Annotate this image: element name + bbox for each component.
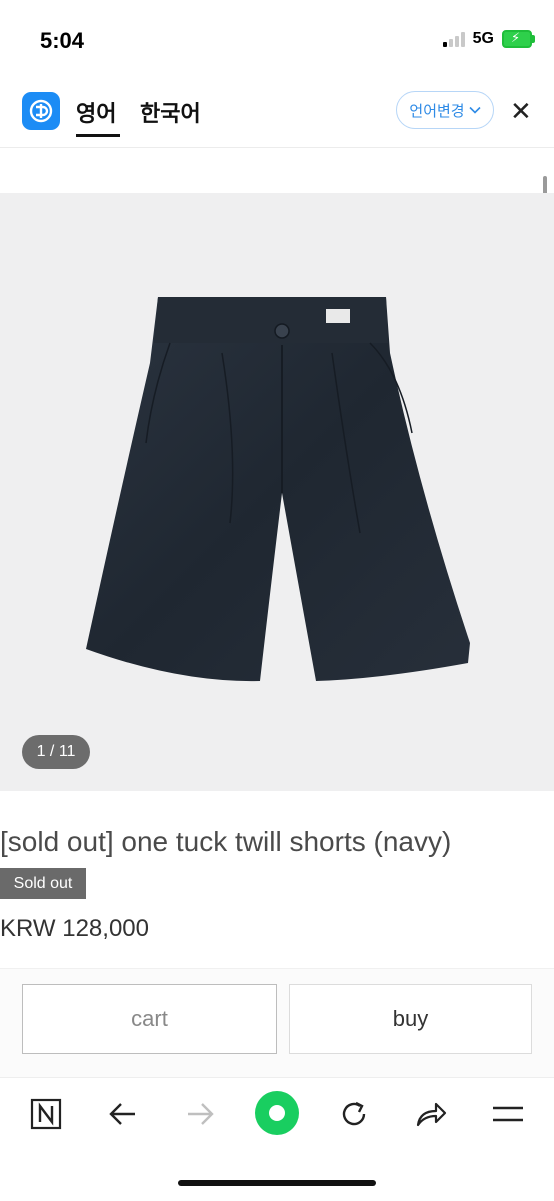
menu-icon[interactable]: [486, 1092, 530, 1136]
naver-home-icon[interactable]: [24, 1092, 68, 1136]
green-dot-icon[interactable]: [255, 1091, 299, 1135]
change-language-label: 언어변경: [409, 102, 465, 120]
share-icon[interactable]: [409, 1092, 453, 1136]
home-indicator[interactable]: [178, 1180, 376, 1186]
image-counter: 1 / 11: [22, 735, 90, 769]
sold-out-badge: Sold out: [0, 868, 86, 899]
refresh-icon[interactable]: [332, 1092, 376, 1136]
active-tab-underline: [76, 134, 120, 137]
network-type: 5G: [472, 30, 494, 47]
product-price: KRW 128,000: [0, 915, 149, 942]
buy-button[interactable]: buy: [289, 984, 532, 1054]
signal-icon: [442, 31, 465, 47]
forward-arrow-icon[interactable]: [178, 1092, 222, 1136]
change-language-button[interactable]: 언어변경: [396, 91, 494, 129]
chevron-down-icon: [469, 106, 481, 114]
close-icon[interactable]: ✕: [510, 96, 532, 126]
status-time: 5:04: [40, 28, 85, 53]
tab-english[interactable]: 영어: [76, 96, 116, 128]
status-indicators: 5G ⚡: [442, 30, 535, 48]
cart-button[interactable]: cart: [22, 984, 277, 1054]
tab-korean[interactable]: 한국어: [140, 96, 201, 128]
battery-icon: ⚡: [502, 30, 535, 48]
papago-logo-icon[interactable]: [22, 92, 60, 130]
back-arrow-icon[interactable]: [101, 1092, 145, 1136]
divider: [0, 147, 554, 148]
product-title: [sold out] one tuck twill shorts (navy): [0, 826, 452, 857]
product-image[interactable]: [0, 193, 554, 791]
